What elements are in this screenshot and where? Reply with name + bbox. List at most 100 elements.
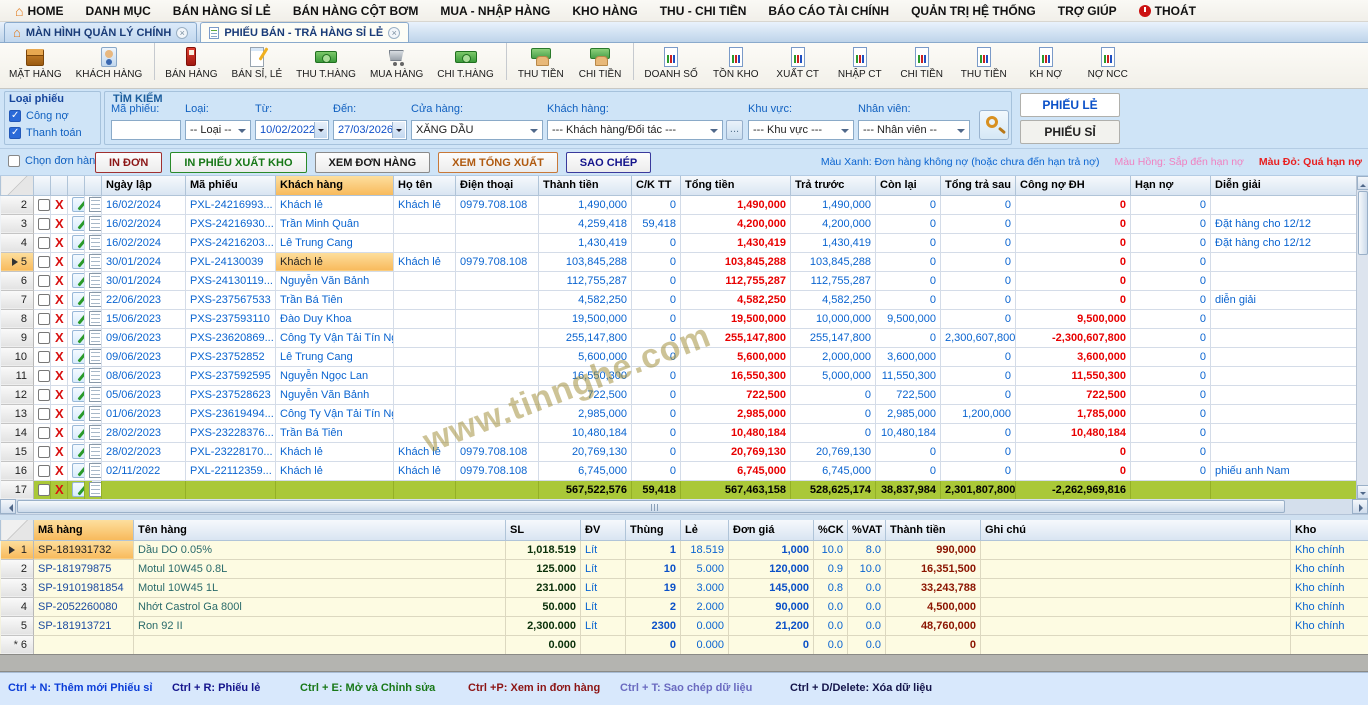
view-document-icon[interactable] — [89, 330, 102, 345]
edit-icon[interactable] — [72, 292, 85, 307]
toolbar-button[interactable]: BÁN HÀNG — [158, 43, 224, 80]
view-document-icon[interactable] — [89, 254, 102, 269]
action-button[interactable]: IN ĐƠN — [95, 152, 162, 173]
menu-item[interactable]: QUẢN TRỊ HỆ THỐNG — [900, 0, 1047, 22]
col-dv[interactable]: ĐV — [581, 520, 626, 540]
col-kho[interactable]: Kho — [1291, 520, 1368, 540]
row-checkbox[interactable] — [38, 313, 50, 325]
view-document-icon[interactable] — [89, 311, 102, 326]
item-row[interactable]: 1 SP-181931732 Dầu DO 0.05% 1,018.519 Lí… — [1, 540, 1368, 559]
col-vat[interactable]: %VAT — [848, 520, 886, 540]
item-row[interactable]: 3 SP-19101981854 Motul 10W45 1L 231.000 … — [1, 578, 1368, 597]
item-row[interactable]: 4 SP-2052260080 Nhớt Castrol Ga 800l 50.… — [1, 597, 1368, 616]
table-row[interactable]: 15 28/02/2023 PXL-23228170... Khách lẻ K… — [1, 442, 1357, 461]
toolbar-button[interactable]: KHÁCH HÀNG — [69, 43, 156, 80]
edit-icon[interactable] — [72, 463, 85, 478]
toolbar-button[interactable]: XUẤT CT — [767, 43, 829, 80]
edit-icon[interactable] — [72, 216, 85, 231]
col-sl[interactable]: SL — [506, 520, 581, 540]
view-document-icon[interactable] — [89, 406, 102, 421]
row-checkbox[interactable] — [38, 427, 50, 439]
col-ghi-chu[interactable]: Ghi chú — [981, 520, 1291, 540]
delete-icon[interactable] — [55, 293, 64, 306]
vertical-scrollbar[interactable] — [1356, 176, 1368, 499]
row-checkbox[interactable] — [38, 237, 50, 249]
wholesale-voucher-button[interactable]: PHIẾU SỈ — [1020, 120, 1120, 144]
row-checkbox[interactable] — [38, 484, 50, 496]
col-cong-no-dh[interactable]: Công nợ ĐH — [1016, 176, 1131, 195]
col-han-no[interactable]: Hạn nợ — [1131, 176, 1211, 195]
close-icon[interactable] — [176, 27, 188, 39]
delete-icon[interactable] — [55, 445, 64, 458]
scroll-left-icon[interactable] — [0, 499, 16, 514]
col-ho-ten[interactable]: Họ tên — [394, 176, 456, 195]
toolbar-button[interactable]: BÁN SỈ, LẺ — [225, 43, 290, 80]
toolbar-button[interactable]: MUA HÀNG — [363, 43, 430, 80]
row-checkbox[interactable] — [38, 275, 50, 287]
toolbar-button[interactable]: THU T.HÀNG — [289, 43, 363, 80]
col-khach-hang[interactable]: Khách hàng — [276, 176, 394, 195]
toolbar-button[interactable]: THU TIỀN — [510, 43, 572, 80]
table-row[interactable]: 16 02/11/2022 PXL-22112359... Khách lẻ K… — [1, 461, 1357, 480]
debt-checkbox-row[interactable]: Công nợ — [9, 110, 96, 122]
menu-item[interactable]: DANH MỤC — [74, 0, 161, 22]
from-date-picker[interactable]: 10/02/2022 — [255, 120, 329, 140]
item-row[interactable]: *6 0.000 0 0.000 0 0.0 0.0 0 — [1, 635, 1368, 654]
row-checkbox[interactable] — [38, 465, 50, 477]
col-dien-thoai[interactable]: Điện thoại — [456, 176, 539, 195]
col-ten-hang[interactable]: Tên hàng — [134, 520, 506, 540]
col-ck[interactable]: %CK — [814, 520, 848, 540]
scroll-right-icon[interactable] — [1352, 499, 1368, 514]
delete-icon[interactable] — [55, 426, 64, 439]
close-icon[interactable] — [388, 27, 400, 39]
view-document-icon[interactable] — [89, 425, 102, 440]
menu-item[interactable]: BÁN HÀNG CỘT BƠM — [282, 0, 430, 22]
paid-checkbox-row[interactable]: Thanh toán — [9, 127, 96, 139]
delete-icon[interactable] — [55, 407, 64, 420]
employee-select[interactable]: --- Nhân viên -- — [858, 120, 970, 140]
view-document-icon[interactable] — [89, 444, 102, 459]
edit-icon[interactable] — [72, 349, 85, 364]
edit-icon[interactable] — [72, 482, 85, 497]
edit-icon[interactable] — [72, 235, 85, 250]
bottom-scrollbar-track[interactable] — [0, 654, 1368, 672]
toolbar-button[interactable]: DOANH SỐ — [637, 43, 704, 80]
edit-icon[interactable] — [72, 273, 85, 288]
view-document-icon[interactable] — [89, 368, 102, 383]
scroll-down-icon[interactable] — [1357, 485, 1368, 499]
calendar-dropdown-icon[interactable] — [314, 122, 327, 138]
delete-icon[interactable] — [55, 331, 64, 344]
menu-item[interactable]: HOME — [4, 0, 74, 22]
menu-item[interactable]: THOÁT — [1128, 0, 1207, 22]
edit-icon[interactable] — [72, 330, 85, 345]
table-row[interactable]: 9 09/06/2023 PXS-23620869... Công Ty Vận… — [1, 328, 1357, 347]
region-select[interactable]: --- Khu vực --- — [748, 120, 854, 140]
table-row[interactable]: 17 567,522,576 59,418 567,463,158 5 — [1, 480, 1357, 499]
table-row[interactable]: 4 16/02/2024 PXS-24216203... Lê Trung Ca… — [1, 233, 1357, 252]
edit-icon[interactable] — [72, 254, 85, 269]
tab-sales-return[interactable]: PHIẾU BÁN - TRẢ HÀNG SỈ LẺ — [200, 22, 409, 42]
edit-icon[interactable] — [72, 425, 85, 440]
tab-main-screen[interactable]: MÀN HÌNH QUẢN LÝ CHÍNH — [4, 22, 197, 42]
table-row[interactable]: 2 16/02/2024 PXL-24216993... Khách lẻ Kh… — [1, 195, 1357, 214]
delete-icon[interactable] — [55, 198, 64, 211]
menu-item[interactable]: BÁN HÀNG SỈ LẺ — [162, 0, 282, 22]
menu-item[interactable]: TRỢ GIÚP — [1047, 0, 1128, 22]
delete-icon[interactable] — [55, 483, 64, 496]
view-document-icon[interactable] — [89, 216, 102, 231]
row-checkbox[interactable] — [38, 351, 50, 363]
toolbar-button[interactable]: MẶT HÀNG — [2, 43, 69, 80]
col-con-lai[interactable]: Còn lại — [876, 176, 941, 195]
view-document-icon[interactable] — [89, 463, 102, 478]
toolbar-button[interactable]: TỒN KHO — [705, 43, 767, 80]
edit-icon[interactable] — [72, 444, 85, 459]
view-document-icon[interactable] — [89, 387, 102, 402]
table-row[interactable]: 10 09/06/2023 PXS-23752852 Lê Trung Cang… — [1, 347, 1357, 366]
toolbar-button[interactable]: CHI TIỀN — [572, 43, 635, 80]
search-button[interactable] — [979, 110, 1009, 140]
horizontal-scrollbar[interactable] — [0, 499, 1368, 515]
col-thanh-tien[interactable]: Thành tiền — [886, 520, 981, 540]
delete-icon[interactable] — [55, 274, 64, 287]
row-checkbox[interactable] — [38, 446, 50, 458]
col-ck-tt[interactable]: C/K TT — [632, 176, 681, 195]
